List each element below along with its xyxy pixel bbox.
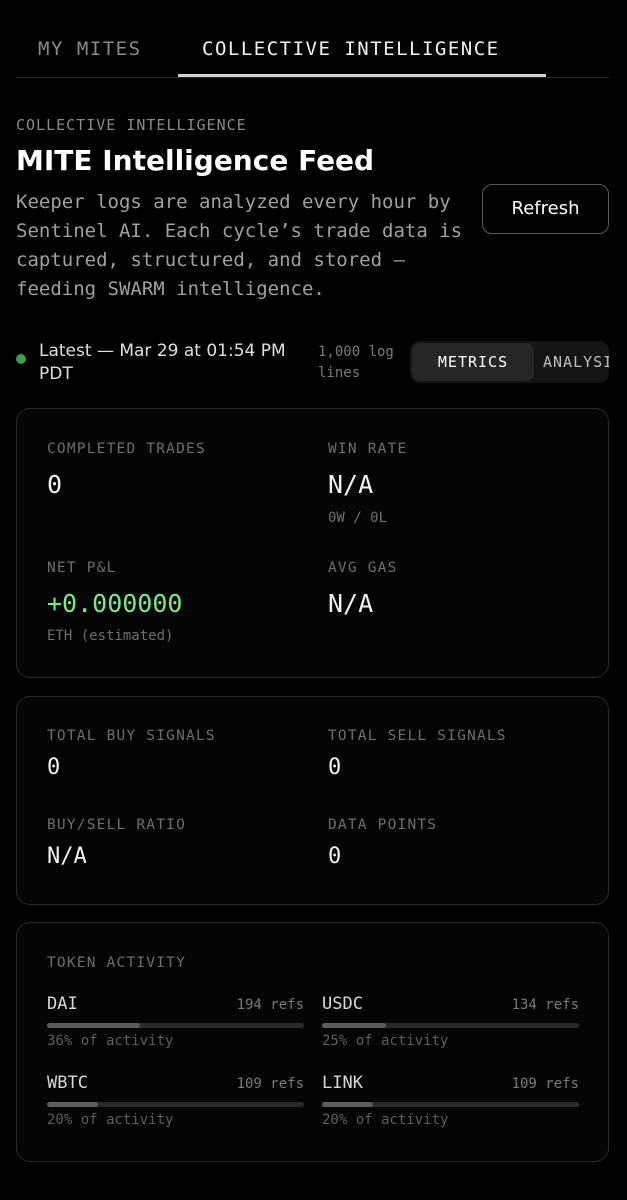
completed-trades-value: 0	[47, 470, 63, 499]
token-bar-usdc	[322, 1023, 579, 1028]
net-pnl-value: +0.000000	[47, 589, 183, 618]
token-name-link: LINK	[322, 1073, 363, 1093]
buy-sell-ratio-label: BUY/SELL RATIO	[47, 817, 187, 833]
token-pct-dai: 36% of activity	[47, 1033, 174, 1049]
page-description: Keeper logs are analyzed every hour by S…	[16, 191, 463, 300]
log-lines-count: 1,000 log lines	[318, 344, 394, 381]
total-buy-signals-value: 0	[47, 755, 61, 780]
toggle-metrics[interactable]: METRICS	[412, 343, 534, 381]
token-pct-link: 20% of activity	[322, 1112, 449, 1128]
token-name-dai: DAI	[47, 994, 78, 1014]
toggle-analysis[interactable]: ANALYSIS	[543, 341, 609, 383]
token-refs-wbtc: 109 refs	[236, 1076, 304, 1092]
data-points-value: 0	[328, 844, 342, 869]
net-pnl-unit: ETH (estimated)	[47, 628, 174, 644]
data-points-label: DATA POINTS	[328, 817, 438, 833]
token-pct-usdc: 25% of activity	[322, 1033, 449, 1049]
token-refs-usdc: 134 refs	[511, 997, 579, 1013]
status-dot-icon	[16, 354, 26, 364]
section-eyebrow: COLLECTIVE INTELLIGENCE	[16, 116, 247, 134]
win-rate-value: N/A	[328, 470, 374, 499]
latest-timestamp: Latest — Mar 29 at 01:54 PM PDT	[39, 341, 286, 384]
total-sell-signals-value: 0	[328, 755, 342, 780]
trade-metrics-card: COMPLETED TRADES 0 WIN RATE N/A 0W / 0L …	[16, 408, 609, 678]
page-title: MITE Intelligence Feed	[16, 144, 375, 177]
completed-trades-label: COMPLETED TRADES	[47, 441, 206, 457]
buy-sell-ratio-value: N/A	[47, 844, 87, 869]
token-refs-link: 109 refs	[511, 1076, 579, 1092]
token-bar-link	[322, 1102, 579, 1107]
total-buy-signals-label: TOTAL BUY SIGNALS	[47, 728, 216, 744]
token-refs-dai: 194 refs	[236, 997, 304, 1013]
avg-gas-label: AVG GAS	[328, 560, 398, 576]
token-bar-dai	[47, 1023, 304, 1028]
token-pct-wbtc: 20% of activity	[47, 1112, 174, 1128]
tab-my-mites[interactable]: MY MITES	[38, 38, 142, 60]
top-tabs: MY MITES COLLECTIVE INTELLIGENCE	[16, 0, 609, 78]
signal-metrics-card: TOTAL BUY SIGNALS 0 TOTAL SELL SIGNALS 0…	[16, 696, 609, 905]
token-bar-wbtc	[47, 1102, 304, 1107]
avg-gas-value: N/A	[328, 589, 374, 618]
token-activity-label: TOKEN ACTIVITY	[47, 955, 187, 971]
net-pnl-label: NET P&L	[47, 560, 117, 576]
refresh-button[interactable]: Refresh	[482, 184, 609, 234]
token-activity-card: TOKEN ACTIVITY DAI 194 refs 36% of activ…	[16, 922, 609, 1162]
token-name-wbtc: WBTC	[47, 1073, 88, 1093]
win-loss-record: 0W / 0L	[328, 510, 388, 526]
active-tab-indicator	[178, 74, 546, 77]
win-rate-label: WIN RATE	[328, 441, 408, 457]
tab-collective-intelligence[interactable]: COLLECTIVE INTELLIGENCE	[202, 38, 500, 60]
total-sell-signals-label: TOTAL SELL SIGNALS	[328, 728, 507, 744]
view-toggle: METRICS ANALYSIS	[410, 341, 609, 383]
token-name-usdc: USDC	[322, 994, 363, 1014]
